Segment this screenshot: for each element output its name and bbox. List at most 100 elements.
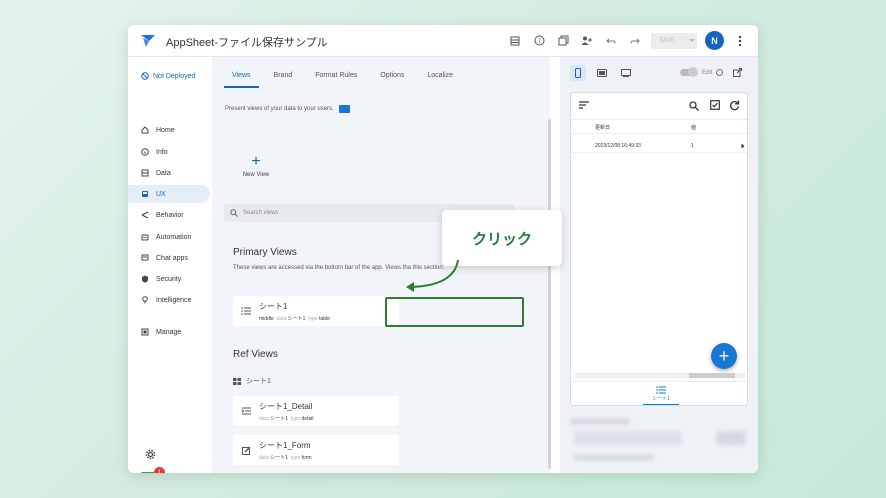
- top-bar: AppSheet-ファイル保存サンプル ? SAVE N: [128, 25, 758, 57]
- edit-switch[interactable]: [680, 67, 698, 77]
- avatar[interactable]: N: [705, 31, 724, 50]
- sidebar-item-ux[interactable]: UX: [128, 185, 210, 203]
- view-card-detail[interactable]: シート1_Detail data シート1 type detail: [233, 396, 399, 426]
- tab-localize[interactable]: Localize: [419, 69, 461, 88]
- tablet-device-icon[interactable]: [594, 65, 610, 81]
- sidebar-item-label: Intelligence: [156, 296, 192, 304]
- toolbar: ? SAVE N: [507, 31, 748, 50]
- blurred-preview-footer: [570, 415, 748, 471]
- sidebar-item-label: UX: [156, 190, 166, 198]
- sidebar-item-data[interactable]: Data: [128, 164, 210, 182]
- column-header[interactable]: 値: [691, 124, 696, 131]
- new-view-button[interactable]: + New View: [232, 154, 280, 195]
- ux-icon: [141, 190, 149, 198]
- sidebar-item-label: Security: [156, 275, 182, 283]
- sidebar-item-intelligence[interactable]: Intelligence: [128, 291, 210, 309]
- sidebar-item-security[interactable]: Security: [128, 270, 210, 288]
- row-date: 2023/12/08 16:49:33: [595, 143, 641, 149]
- row-value: 1: [691, 143, 694, 149]
- notification-badge: 1: [154, 467, 165, 473]
- open-new-window-icon[interactable]: [733, 68, 743, 77]
- sidebar-item-behavior[interactable]: Behavior: [128, 206, 210, 224]
- tab-views[interactable]: Views: [224, 69, 259, 88]
- search-icon: [230, 209, 238, 217]
- center-scrollbar[interactable]: [548, 119, 551, 469]
- automation-icon: [141, 233, 149, 241]
- column-header[interactable]: 更新日: [595, 124, 610, 131]
- sidebar-item-info[interactable]: Info: [128, 143, 210, 161]
- deploy-status-label: Not Deployed: [153, 72, 196, 80]
- bottom-nav-item-sheet1[interactable]: シート1: [643, 386, 679, 405]
- behavior-icon: [141, 211, 149, 219]
- data-icon: [141, 169, 149, 177]
- new-view-label: New View: [242, 172, 270, 178]
- table-icon[interactable]: [507, 33, 523, 49]
- search-placeholder: Search views: [243, 210, 279, 216]
- svg-text:?: ?: [537, 38, 540, 45]
- view-meta: data シート1 type detail: [259, 415, 314, 422]
- view-card-body: シート1 middle data シート1 type table: [259, 301, 330, 322]
- save-button[interactable]: SAVE: [651, 32, 697, 49]
- tab-options[interactable]: Options: [372, 69, 412, 88]
- edit-label: Edit: [702, 69, 713, 76]
- intelligence-icon: [141, 296, 149, 304]
- sidebar-item-label: Behavior: [156, 211, 184, 219]
- chevron-down-icon: [688, 39, 695, 42]
- primary-views-title: Primary Views: [233, 247, 297, 258]
- desktop-device-icon[interactable]: [618, 65, 634, 81]
- sidebar-item-automation[interactable]: Automation: [128, 228, 210, 246]
- sidebar-item-label: Manage: [156, 328, 182, 336]
- view-meta: middle data シート1 type table: [259, 315, 330, 322]
- tab-brand[interactable]: Brand: [266, 69, 301, 88]
- table-row[interactable]: 2023/12/08 16:49:33 1: [571, 139, 747, 153]
- sort-menu-icon[interactable]: [579, 101, 589, 109]
- mobile-device-icon[interactable]: [570, 65, 586, 81]
- phone-bottom-nav: シート1: [571, 381, 747, 405]
- sidebar-item-label: Automation: [156, 233, 192, 241]
- subtitle-text: Present views of your data to your users…: [225, 106, 334, 112]
- refresh-icon[interactable]: [729, 100, 740, 111]
- view-card-primary[interactable]: シート1 middle data シート1 type table: [233, 296, 399, 326]
- sidebar-item-chat-apps[interactable]: Chat apps: [128, 249, 210, 267]
- view-name: シート1_Form: [259, 440, 311, 450]
- view-name: シート1_Detail: [259, 401, 313, 411]
- search-icon[interactable]: [689, 101, 699, 111]
- sidebar-item-manage[interactable]: Manage: [128, 323, 210, 341]
- copy-app-icon[interactable]: [555, 33, 571, 49]
- form-edit-icon: [233, 446, 259, 455]
- redo-icon[interactable]: [627, 33, 643, 49]
- view-card-form[interactable]: シート1_Form data シート1 type form: [233, 435, 399, 465]
- list-view-icon: [656, 386, 666, 394]
- ux-tabs: Views Brand Format Rules Options Localiz…: [224, 69, 468, 88]
- docs-book-icon[interactable]: [338, 105, 350, 113]
- list-view-icon: [233, 307, 259, 315]
- add-row-fab-button[interactable]: +: [711, 343, 737, 369]
- chevron-right-icon: [741, 143, 745, 149]
- view-card-body: シート1_Detail data シート1 type detail: [259, 401, 313, 422]
- device-switcher: [570, 65, 634, 81]
- ref-group-header[interactable]: シート1: [233, 376, 271, 386]
- phone-app-bar: [571, 93, 747, 119]
- share-user-icon[interactable]: [579, 33, 595, 49]
- ref-views-title: Ref Views: [233, 349, 278, 360]
- edit-toggle[interactable]: Edit: [680, 67, 743, 77]
- help-icon[interactable]: ?: [531, 33, 547, 49]
- chat-icon: [141, 254, 149, 262]
- tab-format-rules[interactable]: Format Rules: [307, 69, 365, 88]
- view-card-body: シート1_Form data シート1 type form: [259, 440, 312, 461]
- not-deployed-icon: [141, 72, 149, 80]
- more-vert-icon[interactable]: [732, 33, 748, 49]
- info-icon: [716, 69, 724, 76]
- sidebar-item-label: Info: [156, 148, 168, 156]
- click-highlight-box: [385, 297, 524, 327]
- phone-horizontal-scrollbar[interactable]: [575, 373, 745, 378]
- bottom-nav-label: シート1: [652, 396, 670, 402]
- sidebar-item-home[interactable]: Home: [128, 121, 210, 139]
- ref-group-label: シート1: [246, 378, 271, 385]
- undo-icon[interactable]: [603, 33, 619, 49]
- select-checkbox-icon[interactable]: [710, 100, 720, 110]
- phone-table-header: 更新日 値: [571, 119, 747, 134]
- appsheet-logo-icon: [141, 35, 155, 47]
- settings-gear-icon[interactable]: [145, 447, 156, 465]
- deploy-status[interactable]: Not Deployed: [141, 72, 195, 80]
